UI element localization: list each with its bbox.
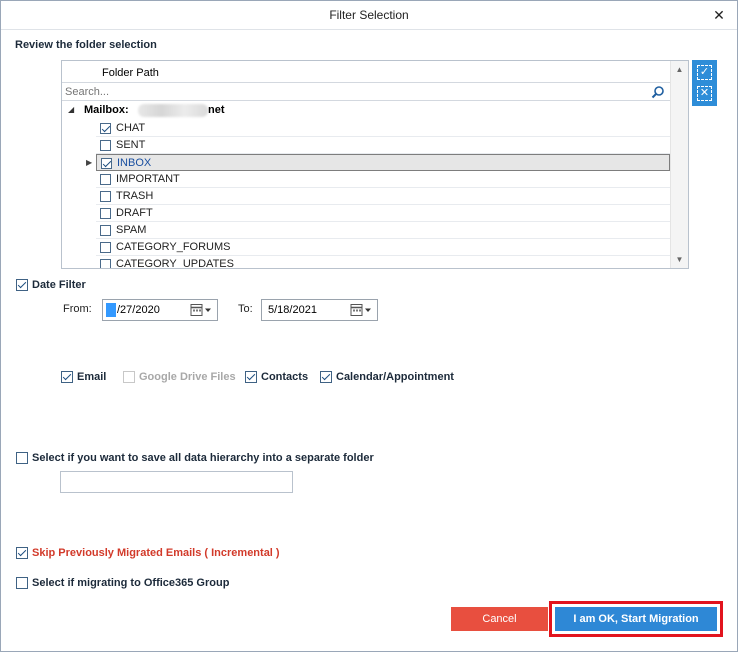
contacts-label: Contacts [261, 371, 309, 383]
from-label: From: [63, 303, 92, 315]
tree-column-header: Folder Path [62, 61, 671, 83]
email-label: Email [77, 371, 107, 383]
skip-migrated-box[interactable] [16, 547, 28, 559]
folder-row-category-updates[interactable]: CATEGORY_UPDATES [96, 256, 670, 269]
mailbox-domain-suffix: net [208, 104, 225, 116]
from-date-picker[interactable]: /27/2020 [102, 299, 218, 321]
hierarchy-label: Select if you want to save all data hier… [32, 452, 374, 464]
folder-row-inbox[interactable]: INBOX [96, 154, 670, 171]
scroll-thumb[interactable] [673, 80, 686, 250]
folder-name: SPAM [116, 224, 147, 236]
folder-row-draft[interactable]: DRAFT [96, 205, 670, 222]
calendar-dropdown-icon[interactable] [350, 303, 372, 317]
folder-checkbox-spam[interactable] [100, 225, 111, 236]
folder-search-input[interactable] [65, 84, 645, 99]
expand-arrow-icon[interactable]: ▶ [86, 158, 94, 168]
folder-name: SENT [116, 139, 146, 151]
folder-checkbox-chat[interactable] [100, 123, 111, 134]
folder-checkbox-inbox[interactable] [101, 158, 112, 169]
folder-row-category-forums[interactable]: CATEGORY_FORUMS [96, 239, 670, 256]
folder-row-spam[interactable]: SPAM [96, 222, 670, 239]
deselect-all-icon[interactable]: ✕ [697, 86, 712, 101]
to-label: To: [238, 303, 253, 315]
calendar-label: Calendar/Appointment [336, 371, 454, 383]
dialog-title: Filter Selection [329, 8, 409, 22]
to-date-picker[interactable]: 5/18/2021 [261, 299, 378, 321]
cancel-button[interactable]: Cancel [451, 607, 548, 631]
email-box[interactable] [61, 371, 73, 383]
folder-checkbox-category-forums[interactable] [100, 242, 111, 253]
from-date-value[interactable]: /27/2020 [117, 304, 160, 316]
folder-checkbox-trash[interactable] [100, 191, 111, 202]
office365-group-box[interactable] [16, 577, 28, 589]
collapse-triangle-icon[interactable]: ◢ [68, 105, 74, 114]
calendar-box[interactable] [320, 371, 332, 383]
folder-checkbox-category-updates[interactable] [100, 259, 111, 268]
office365-group-label: Select if migrating to Office365 Group [32, 577, 230, 589]
scroll-down-arrow-icon[interactable]: ▼ [671, 251, 688, 268]
folder-name: TRASH [116, 190, 154, 202]
skip-migrated-label: Skip Previously Migrated Emails ( Increm… [32, 547, 280, 559]
folder-name: CHAT [116, 122, 146, 134]
folder-checkbox-draft[interactable] [100, 208, 111, 219]
folder-row-trash[interactable]: TRASH [96, 188, 670, 205]
scroll-up-arrow-icon[interactable]: ▲ [671, 61, 688, 78]
title-bar: Filter Selection ✕ [1, 1, 737, 30]
redacted-address [138, 104, 208, 117]
date-filter-box[interactable] [16, 279, 28, 291]
google-drive-label: Google Drive Files [139, 371, 236, 383]
text-cursor [106, 303, 116, 317]
folder-path-header: Folder Path [102, 67, 159, 79]
filter-selection-dialog: Filter Selection ✕ Review the folder sel… [0, 0, 738, 652]
contacts-box[interactable] [245, 371, 257, 383]
folder-name: CATEGORY_UPDATES [116, 258, 234, 269]
tree-scrollbar[interactable]: ▲ ▼ [670, 61, 688, 268]
date-filter-label: Date Filter [32, 279, 86, 291]
folder-section-label: Review the folder selection [15, 39, 157, 51]
start-migration-button[interactable]: I am OK, Start Migration [555, 607, 717, 631]
hierarchy-box[interactable] [16, 452, 28, 464]
folder-name: CATEGORY_FORUMS [116, 241, 231, 253]
hierarchy-folder-name-input[interactable] [60, 471, 293, 493]
mailbox-label: Mailbox: [84, 104, 129, 116]
search-icon[interactable] [651, 85, 665, 99]
close-icon[interactable]: ✕ [711, 7, 727, 23]
folder-row-chat[interactable]: CHAT [96, 120, 670, 137]
calendar-dropdown-icon[interactable] [190, 303, 212, 317]
folder-name: DRAFT [116, 207, 153, 219]
folder-tree: Folder Path ◢ Mailbox: net CHAT SENT ▶ I… [61, 60, 689, 269]
folder-checkbox-sent[interactable] [100, 140, 111, 151]
folder-checkbox-important[interactable] [100, 174, 111, 185]
tree-search-bar [62, 83, 671, 101]
select-all-icon[interactable]: ✓ [697, 65, 712, 80]
folder-row-sent[interactable]: SENT [96, 137, 670, 154]
folder-name: IMPORTANT [116, 173, 180, 185]
folder-name: INBOX [117, 157, 152, 169]
google-drive-box [123, 371, 135, 383]
to-date-value[interactable]: 5/18/2021 [268, 304, 317, 316]
folder-row-important[interactable]: IMPORTANT [96, 171, 670, 188]
tree-action-buttons: ✓ ✕ [692, 60, 717, 106]
